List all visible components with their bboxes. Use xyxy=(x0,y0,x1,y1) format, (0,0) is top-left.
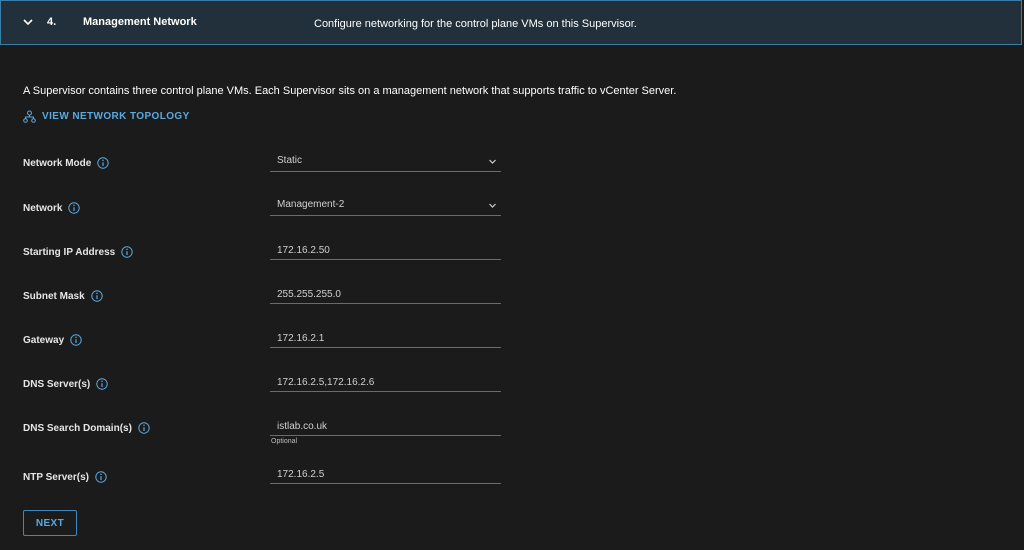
network-mode-value: Static xyxy=(277,155,303,166)
gateway-input[interactable] xyxy=(270,330,470,348)
network-value: Management-2 xyxy=(277,199,345,210)
step-description: Configure networking for the control pla… xyxy=(314,18,637,30)
info-icon[interactable] xyxy=(121,246,133,258)
network-select[interactable]: Management-2 xyxy=(270,196,501,216)
chevron-down-icon[interactable] xyxy=(21,15,35,29)
info-icon[interactable] xyxy=(90,290,103,302)
info-icon[interactable] xyxy=(95,471,107,483)
dns-search-input[interactable] xyxy=(270,418,470,436)
starting-ip-label: Starting IP Address xyxy=(23,246,133,258)
info-icon[interactable] xyxy=(70,334,82,346)
subnet-mask-input[interactable] xyxy=(270,286,470,304)
ntp-servers-label: NTP Server(s) xyxy=(23,471,107,483)
starting-ip-input[interactable] xyxy=(270,242,470,260)
step-title: Management Network xyxy=(83,16,197,28)
view-network-topology-label: VIEW NETWORK TOPOLOGY xyxy=(42,111,190,122)
subnet-mask-field[interactable] xyxy=(270,284,501,304)
network-mode-label: Network Mode xyxy=(23,157,110,169)
gateway-label: Gateway xyxy=(23,334,82,346)
network-mode-select[interactable]: Static xyxy=(270,152,501,172)
dns-search-field[interactable] xyxy=(270,416,501,436)
network-topology-icon xyxy=(23,110,36,123)
intro-text: A Supervisor contains three control plan… xyxy=(23,85,677,97)
ntp-servers-field[interactable] xyxy=(270,464,501,484)
subnet-mask-label: Subnet Mask xyxy=(23,290,103,302)
next-button[interactable]: NEXT xyxy=(23,510,77,536)
dns-servers-input[interactable] xyxy=(270,374,470,392)
step-header[interactable]: 4. Management Network Configure networki… xyxy=(0,0,1022,45)
info-icon[interactable] xyxy=(138,422,150,434)
ntp-servers-input[interactable] xyxy=(270,466,470,484)
network-label: Network xyxy=(23,202,81,214)
starting-ip-field[interactable] xyxy=(270,240,501,260)
chevron-down-icon xyxy=(489,159,496,164)
dns-search-optional-note: Optional xyxy=(271,438,298,445)
info-icon[interactable] xyxy=(97,157,110,169)
dns-servers-label: DNS Server(s) xyxy=(23,378,108,390)
chevron-down-icon xyxy=(489,203,496,208)
info-icon[interactable] xyxy=(68,202,81,214)
dns-search-label: DNS Search Domain(s) xyxy=(23,422,150,434)
view-network-topology-link[interactable]: VIEW NETWORK TOPOLOGY xyxy=(23,110,190,123)
info-icon[interactable] xyxy=(96,378,108,390)
gateway-field[interactable] xyxy=(270,328,501,348)
step-number: 4. xyxy=(47,16,57,28)
dns-servers-field[interactable] xyxy=(270,372,501,392)
